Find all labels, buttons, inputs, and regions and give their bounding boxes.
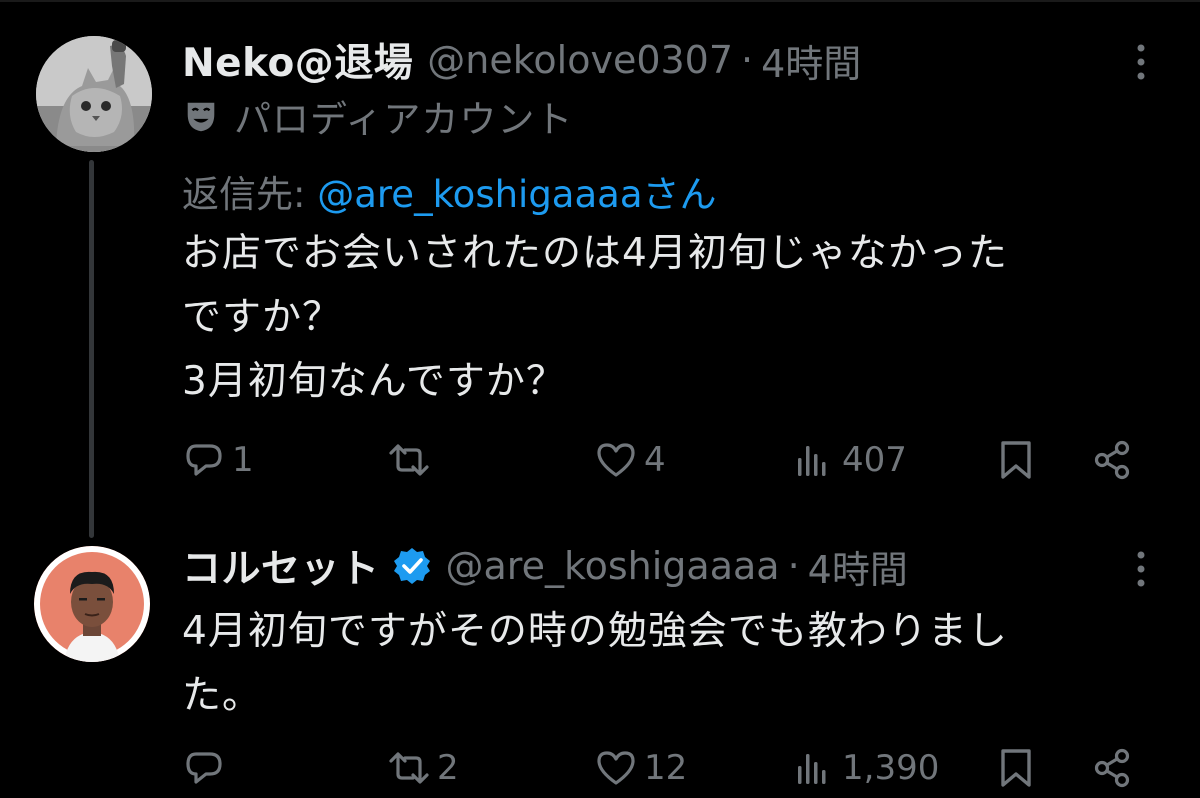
views-button[interactable]: 1,390 [792, 738, 939, 798]
verified-badge-icon[interactable] [392, 546, 432, 586]
parody-account-label: パロディアカウント [182, 92, 574, 141]
reply-button[interactable]: 1 [182, 430, 254, 490]
like-button[interactable]: 12 [594, 738, 687, 798]
views-button[interactable]: 407 [792, 430, 907, 490]
retweet-button[interactable]: 2 [387, 738, 459, 798]
illustrated-man-avatar-icon [34, 546, 150, 662]
bookmark-icon [1001, 441, 1031, 479]
reply-icon [186, 752, 222, 784]
more-options-button[interactable] [1131, 40, 1151, 84]
parody-account-text: パロディアカウント [234, 98, 574, 141]
retweet-count: 2 [437, 748, 459, 788]
tweet-actions: 2 12 1,390 [182, 738, 1142, 798]
tweet-text: お店でお会いされたのは4月初旬じゃなかった ですか？ 3月初旬なんですか？ [182, 231, 1008, 404]
user-handle[interactable]: @are_koshigaaaa [446, 544, 780, 588]
more-vertical-icon [1137, 44, 1145, 80]
avatar[interactable] [34, 546, 150, 662]
tweet-header: Neko@退場 @nekolove0307 · 4時間 [182, 32, 861, 88]
like-count: 12 [644, 748, 688, 788]
separator-dot: · [787, 544, 800, 588]
display-name[interactable]: コルセット [182, 538, 380, 594]
share-button[interactable] [1090, 430, 1134, 490]
reply-icon [186, 444, 222, 476]
tweet-actions: 1 4 407 [182, 430, 1142, 490]
display-name[interactable]: Neko@退場 [182, 32, 413, 88]
retweet-icon [389, 752, 429, 784]
timestamp[interactable]: 4時間 [808, 539, 908, 594]
more-vertical-icon [1137, 551, 1145, 587]
reply-button[interactable] [182, 738, 232, 798]
reply-count: 1 [232, 440, 254, 480]
thread-connector-line [89, 160, 94, 538]
tweet-header: コルセット @are_koshigaaaa · 4時間 [182, 538, 908, 594]
avatar[interactable] [36, 36, 152, 152]
bookmark-button[interactable] [994, 430, 1038, 490]
top-divider [0, 0, 1200, 2]
heart-icon [597, 443, 635, 477]
view-count: 1,390 [842, 748, 940, 788]
tweet-text: 4月初旬ですがその時の勉強会でも教わりまし た。 [182, 609, 1008, 718]
replying-to-prefix: 返信先: [182, 173, 306, 216]
analytics-icon [798, 754, 826, 784]
mask-icon [187, 102, 215, 132]
cat-photo-avatar-icon [36, 36, 152, 152]
share-icon [1094, 748, 1130, 788]
view-count: 407 [842, 440, 907, 480]
heart-icon [597, 751, 635, 785]
bookmark-button[interactable] [994, 738, 1038, 798]
like-button[interactable]: 4 [594, 430, 666, 490]
bookmark-icon [1001, 749, 1031, 787]
share-icon [1094, 440, 1130, 480]
analytics-icon [798, 446, 826, 476]
more-options-button[interactable] [1131, 547, 1151, 591]
user-handle[interactable]: @nekolove0307 [427, 38, 733, 82]
separator-dot: · [741, 38, 754, 82]
replying-to-handle-link[interactable]: @are_koshigaaaaさん [317, 173, 716, 216]
like-count: 4 [644, 440, 666, 480]
replying-to: 返信先: @are_koshigaaaaさん [182, 164, 717, 218]
share-button[interactable] [1090, 738, 1134, 798]
retweet-button[interactable] [387, 430, 437, 490]
retweet-icon [389, 444, 429, 476]
timestamp[interactable]: 4時間 [761, 33, 861, 88]
